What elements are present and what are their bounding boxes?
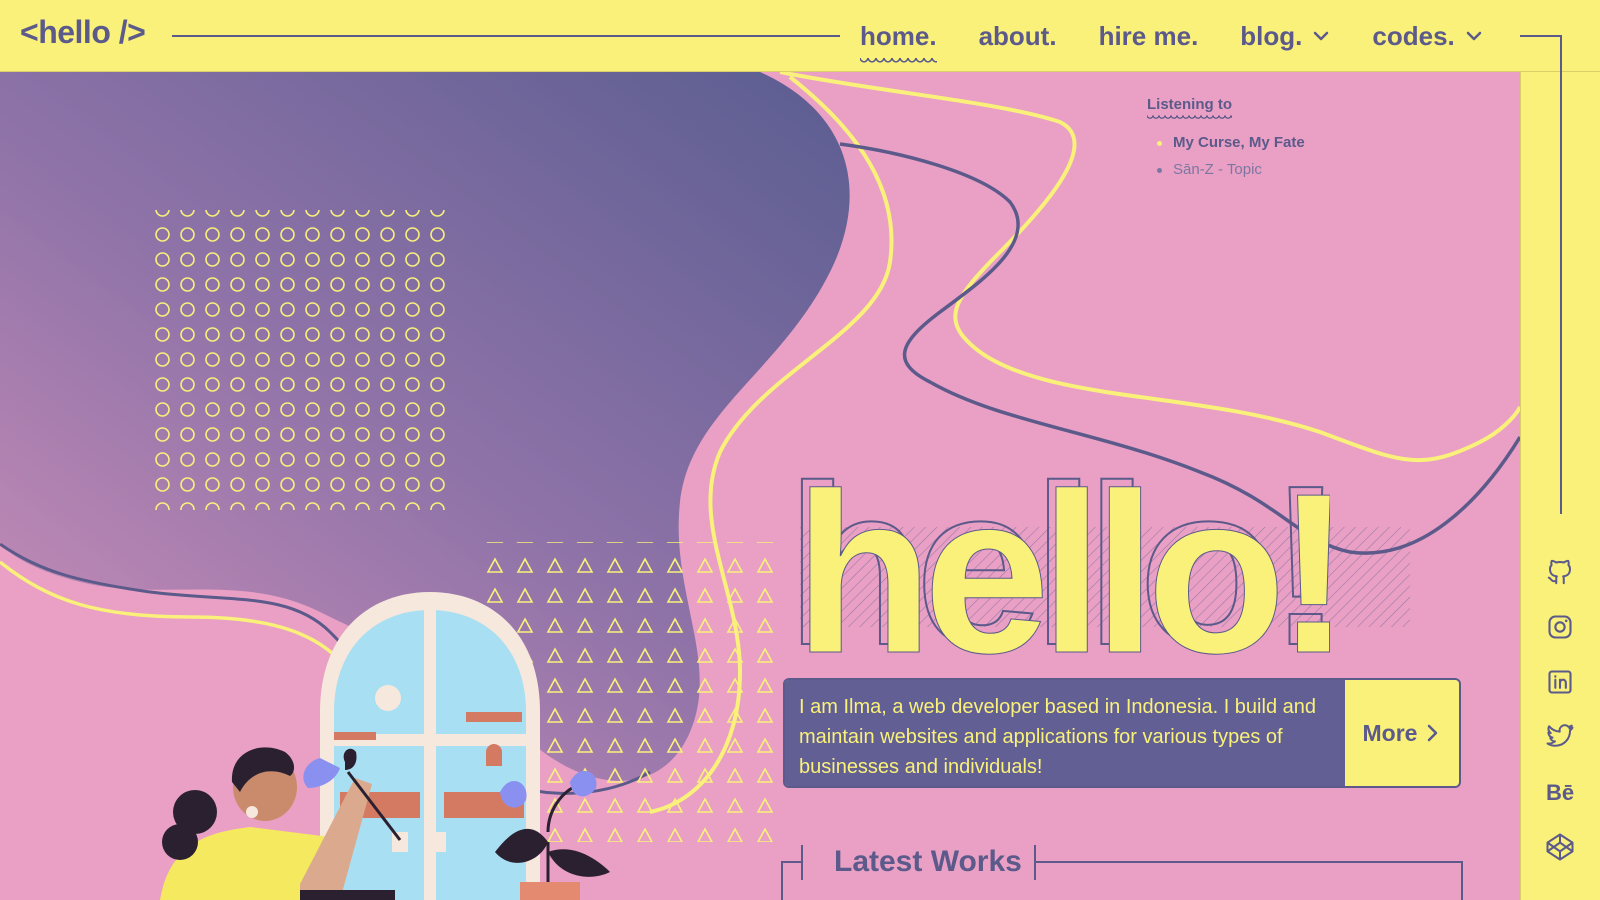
site-logo[interactable]: <hello /> (20, 14, 146, 51)
nav-hire-me-label: hire me. (1098, 20, 1199, 51)
codepen-link[interactable] (1544, 831, 1576, 863)
sidebar-decor-line-vertical (1560, 36, 1562, 514)
nav-blog-label: blog. (1240, 20, 1303, 51)
latest-works-heading: Latest Works (822, 845, 1034, 879)
linkedin-icon (1548, 670, 1572, 694)
top-navbar: <hello /> home. about. hire me. blog. co… (0, 0, 1600, 72)
codepen-icon (1546, 833, 1574, 861)
behance-icon: Bē (1546, 780, 1574, 805)
intro-card: I am Ilma, a web developer based in Indo… (783, 678, 1461, 788)
linkedin-link[interactable] (1544, 666, 1576, 698)
twitter-link[interactable] (1544, 721, 1576, 753)
twitter-icon (1546, 724, 1574, 747)
song-title[interactable]: My Curse, My Fate (1157, 134, 1305, 151)
nav-blog-dropdown[interactable]: blog. (1240, 16, 1330, 56)
nav-codes-label: codes. (1372, 20, 1455, 51)
header-divider-line (172, 35, 840, 37)
nav-about-label: about. (978, 20, 1057, 51)
nav-home-label: home. (860, 20, 937, 51)
main-nav: home. about. hire me. blog. codes. (860, 16, 1525, 64)
nav-home[interactable]: home. (860, 16, 937, 64)
github-icon (1547, 559, 1571, 585)
chevron-right-icon (1428, 724, 1438, 742)
now-playing-widget: Listening to My Curse, My Fate Sān-Z - T… (1147, 96, 1305, 188)
nav-hire-me[interactable]: hire me. (1099, 16, 1199, 56)
more-button[interactable]: More (1345, 680, 1459, 786)
chevron-down-icon (1314, 31, 1329, 41)
github-link[interactable] (1544, 556, 1576, 588)
dots-grid (145, 210, 445, 510)
svg-text:Bē: Bē (1546, 780, 1574, 805)
song-artist[interactable]: Sān-Z - Topic (1157, 161, 1305, 178)
instagram-icon (1548, 615, 1572, 639)
now-playing-list: My Curse, My Fate Sān-Z - Topic (1157, 134, 1305, 178)
sidebar-decor-line (1520, 35, 1562, 37)
instagram-link[interactable] (1544, 611, 1576, 643)
hero-headline-graphic: hello! hello! (790, 472, 1330, 702)
nav-codes-dropdown[interactable]: codes. (1372, 16, 1482, 56)
behance-link[interactable]: Bē (1544, 776, 1576, 808)
more-button-label: More (1362, 719, 1418, 746)
listening-title: Listening to (1147, 96, 1232, 120)
intro-text: I am Ilma, a web developer based in Indo… (785, 680, 1345, 786)
hero-headline: hello! (794, 472, 1330, 701)
chevron-down-icon (1466, 31, 1482, 41)
nav-about[interactable]: about. (979, 16, 1057, 56)
